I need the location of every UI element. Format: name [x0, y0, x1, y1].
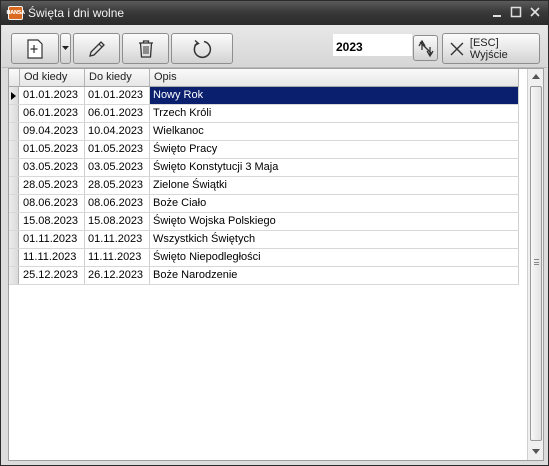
- cell-from[interactable]: 15.08.2023: [20, 213, 85, 230]
- row-indicator[interactable]: [9, 177, 19, 194]
- cell-from[interactable]: 03.05.2023: [20, 159, 85, 176]
- new-document-icon: [27, 38, 43, 59]
- cell-to[interactable]: 01.01.2023: [85, 87, 150, 104]
- row-indicator[interactable]: [9, 87, 19, 104]
- close-button[interactable]: [528, 5, 542, 19]
- table-row[interactable]: 25.12.2023 26.12.2023 Boże Narodzenie: [9, 267, 519, 285]
- cell-to[interactable]: 11.11.2023: [85, 249, 150, 266]
- maximize-icon: [510, 6, 522, 18]
- maximize-button[interactable]: [509, 5, 523, 19]
- new-button[interactable]: [11, 33, 59, 64]
- trash-icon: [138, 39, 153, 58]
- table-row[interactable]: 03.05.2023 03.05.2023 Święto Konstytucji 3…: [9, 159, 519, 177]
- new-dropdown-button[interactable]: [60, 33, 71, 64]
- row-indicator[interactable]: [9, 267, 19, 284]
- refresh-button[interactable]: [171, 33, 233, 64]
- row-indicator[interactable]: [9, 141, 19, 158]
- cell-to[interactable]: 10.04.2023: [85, 123, 150, 140]
- table-row[interactable]: 01.11.2023 01.11.2023 Wszystkich Świętych: [9, 231, 519, 249]
- close-icon: [530, 7, 540, 17]
- table-row[interactable]: 09.04.2023 10.04.2023 Wielkanoc: [9, 123, 519, 141]
- column-header-opis[interactable]: Opis: [150, 69, 519, 86]
- row-indicator[interactable]: [9, 231, 19, 248]
- cell-to[interactable]: 28.05.2023: [85, 177, 150, 194]
- row-indicator[interactable]: [9, 249, 19, 266]
- edit-button[interactable]: [73, 33, 120, 64]
- cell-to[interactable]: 01.11.2023: [85, 231, 150, 248]
- minimize-icon: [493, 15, 501, 17]
- cell-to[interactable]: 06.01.2023: [85, 105, 150, 122]
- cell-opis[interactable]: Boże Ciało: [150, 195, 519, 212]
- cell-opis[interactable]: Zielone Świątki: [150, 177, 519, 194]
- column-header-to[interactable]: Do kiedy: [85, 69, 150, 86]
- scrollbar-thumb[interactable]: [530, 86, 542, 441]
- cell-opis[interactable]: Święto Pracy: [150, 141, 519, 158]
- sort-arrows-icon: [417, 39, 434, 58]
- cell-from[interactable]: 25.12.2023: [20, 267, 85, 284]
- toolbar: [ESC] Wyjście: [2, 25, 547, 68]
- holidays-grid[interactable]: Od kiedy Do kiedy Opis 01.01.2023 01.01.2…: [8, 68, 544, 461]
- cell-to[interactable]: 26.12.2023: [85, 267, 150, 284]
- exit-button[interactable]: [ESC] Wyjście: [442, 33, 540, 64]
- cell-opis[interactable]: Wielkanoc: [150, 123, 519, 140]
- window-title: Święta i dni wolne: [28, 6, 125, 20]
- row-indicator[interactable]: [9, 159, 19, 176]
- cell-opis[interactable]: Trzech Króli: [150, 105, 519, 122]
- table-row[interactable]: 28.05.2023 28.05.2023 Zielone Świątki: [9, 177, 519, 195]
- grid-header: Od kiedy Do kiedy Opis: [9, 69, 519, 87]
- cell-opis[interactable]: Nowy Rok: [150, 87, 519, 104]
- cell-from[interactable]: 01.05.2023: [20, 141, 85, 158]
- pencil-icon: [88, 40, 105, 57]
- title-bar[interactable]: HANSA Święta i dni wolne: [1, 1, 548, 25]
- table-row[interactable]: 11.11.2023 11.11.2023 Święto Niepodległośc…: [9, 249, 519, 267]
- table-row[interactable]: 01.01.2023 01.01.2023 Nowy Rok: [9, 87, 519, 105]
- cell-to[interactable]: 15.08.2023: [85, 213, 150, 230]
- row-indicator[interactable]: [9, 123, 19, 140]
- close-x-icon: [450, 42, 464, 55]
- header-indicator-cell: [9, 69, 20, 86]
- table-row[interactable]: 06.01.2023 06.01.2023 Trzech Króli: [9, 105, 519, 123]
- cell-opis[interactable]: Wszystkich Świętych: [150, 231, 519, 248]
- cell-from[interactable]: 08.06.2023: [20, 195, 85, 212]
- year-spin-button[interactable]: [413, 35, 438, 61]
- cell-opis[interactable]: Boże Narodzenie: [150, 267, 519, 284]
- cell-from[interactable]: 28.05.2023: [20, 177, 85, 194]
- table-row[interactable]: 08.06.2023 08.06.2023 Boże Ciało: [9, 195, 519, 213]
- cell-from[interactable]: 01.01.2023: [20, 87, 85, 104]
- cell-to[interactable]: 03.05.2023: [85, 159, 150, 176]
- minimize-button[interactable]: [490, 5, 504, 19]
- scroll-up-icon[interactable]: [530, 71, 542, 83]
- vertical-scrollbar[interactable]: [527, 69, 543, 460]
- delete-button[interactable]: [122, 33, 169, 64]
- row-indicator[interactable]: [9, 105, 19, 122]
- column-header-from[interactable]: Od kiedy: [20, 69, 85, 86]
- cell-to[interactable]: 08.06.2023: [85, 195, 150, 212]
- chevron-down-icon: [62, 46, 69, 50]
- cell-from[interactable]: 01.11.2023: [20, 231, 85, 248]
- year-input[interactable]: [333, 34, 412, 56]
- cell-from[interactable]: 09.04.2023: [20, 123, 85, 140]
- row-indicator[interactable]: [9, 195, 19, 212]
- refresh-icon: [193, 39, 212, 58]
- app-logo-icon: HANSA: [6, 6, 25, 20]
- cell-opis[interactable]: Święto Konstytucji 3 Maja: [150, 159, 519, 176]
- cell-to[interactable]: 01.05.2023: [85, 141, 150, 158]
- cell-opis[interactable]: Święto Wojska Polskiego: [150, 213, 519, 230]
- table-row[interactable]: 15.08.2023 15.08.2023 Święto Wojska Polski…: [9, 213, 519, 231]
- scroll-down-icon[interactable]: [530, 446, 542, 458]
- holidays-window: HANSA Święta i dni wolne 2023 [ESC] Wyjś…: [0, 0, 549, 466]
- cell-from[interactable]: 06.01.2023: [20, 105, 85, 122]
- current-row-arrow-icon: [11, 92, 16, 100]
- exit-button-label: [ESC] Wyjście: [469, 36, 508, 61]
- cell-opis[interactable]: Święto Niepodległości: [150, 249, 519, 266]
- row-indicator[interactable]: [9, 213, 19, 230]
- cell-from[interactable]: 11.11.2023: [20, 249, 85, 266]
- table-row[interactable]: 01.05.2023 01.05.2023 Święto Pracy: [9, 141, 519, 159]
